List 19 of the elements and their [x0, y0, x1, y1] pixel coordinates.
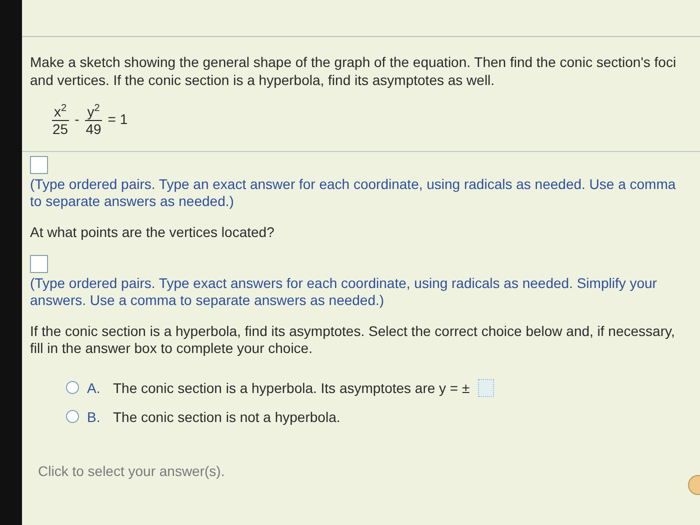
question-text: If the conic section is a hyperbola, find its asymptotes. Select the correct choice below and, if necessary, fill in the answer box to complete your choice.	[30, 322, 676, 357]
equals-one: = 1	[108, 110, 128, 127]
answer-instructions: (Type ordered pairs. Type an exact answer for each coordinate, using radicals as needed. Use a comma to separate answers as needed.)	[30, 176, 677, 210]
answer-box[interactable]	[30, 254, 48, 273]
status-text: Click to select your answer(s).	[38, 462, 226, 479]
question-prompt: Make a sketch showing the general shape of the graph of the equation. Then find the conic section's foci and vertices. If the conic section is a hyperbola, find its asymptotes as well.	[30, 53, 678, 89]
choice-text[interactable]: The conic section is a hyperbola. Its asymptotes are y = ±	[113, 380, 470, 396]
minus-sign: -	[74, 110, 80, 127]
answer-instructions: (Type ordered pairs. Type exact answers for each coordinate, using radicals as needed. Simplify your answers. Use a comma to separate answers as needed.)	[30, 274, 658, 309]
question-text: At what points are the vertices located?	[30, 224, 276, 241]
choice-letter: B.	[87, 408, 102, 425]
fraction: x$^{2}$ 25	[52, 101, 69, 137]
radio-button[interactable]	[66, 381, 79, 394]
radio-button[interactable]	[66, 410, 79, 424]
choice-letter: A.	[87, 380, 102, 396]
answer-box[interactable]	[478, 378, 494, 397]
answer-box[interactable]	[30, 156, 48, 174]
choice-text[interactable]: The conic section is not a hyperbola.	[113, 408, 340, 425]
fraction: y$^{2}$ 49	[85, 101, 102, 137]
